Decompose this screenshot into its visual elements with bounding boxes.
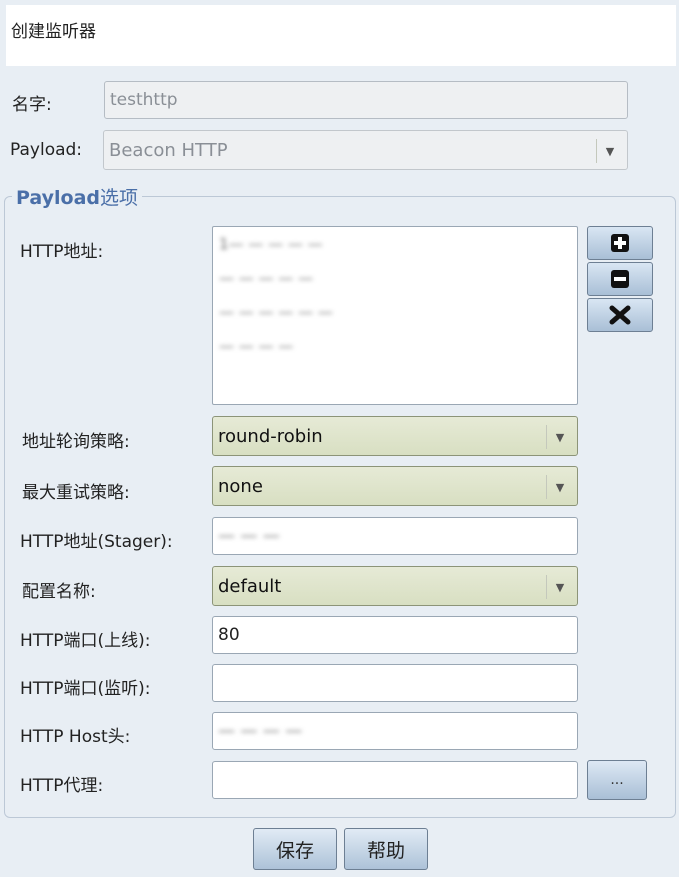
port-bind-field[interactable]: 80 (212, 616, 578, 654)
proxy-config-button[interactable]: ... (587, 760, 647, 800)
payload-select-value: Beacon HTTP (109, 139, 228, 161)
stager-field[interactable]: — — — (212, 517, 578, 555)
stager-field-value: — — — (218, 526, 280, 546)
profile-select-value: default (218, 575, 282, 597)
dialog-title: 创建监听器 (11, 22, 96, 42)
name-label: 名字: (12, 95, 52, 115)
payload-options-title-rest: 选项 (100, 187, 139, 209)
http-hosts-list[interactable]: 1— — — — — — — — — — — — — — — — — — — — (212, 226, 578, 405)
list-item[interactable]: — — — — (219, 337, 293, 357)
stager-label: HTTP地址(Stager): (20, 532, 173, 552)
rotation-select-value: round-robin (218, 425, 323, 447)
payload-options-title-bold: Payload (16, 187, 101, 209)
name-field[interactable]: testhttp (104, 81, 628, 119)
save-button[interactable]: 保存 (253, 828, 337, 870)
proxy-label: HTTP代理: (20, 776, 104, 796)
host-header-field[interactable]: — — — — (212, 712, 578, 750)
port-listen-field[interactable] (212, 664, 578, 702)
retry-select[interactable]: none ▼ (212, 466, 578, 506)
help-button[interactable]: 帮助 (344, 828, 428, 870)
host-header-label: HTTP Host头: (20, 727, 131, 747)
proxy-field[interactable] (212, 761, 578, 799)
chevron-down-icon: ▼ (546, 575, 573, 599)
profile-select[interactable]: default ▼ (212, 566, 578, 606)
rotation-select[interactable]: round-robin ▼ (212, 416, 578, 456)
dialog-header: 创建监听器 (6, 5, 676, 66)
chevron-down-icon: ▼ (596, 139, 623, 163)
x-icon (609, 305, 631, 325)
chevron-down-icon: ▼ (546, 425, 573, 449)
clear-hosts-button[interactable] (587, 298, 653, 332)
list-item[interactable]: — — — — — (219, 269, 313, 289)
payload-select[interactable]: Beacon HTTP ▼ (103, 130, 628, 170)
chevron-down-icon: ▼ (546, 475, 573, 499)
profile-label: 配置名称: (22, 582, 96, 602)
retry-label: 最大重试策略: (22, 483, 130, 503)
port-bind-label: HTTP端口(上线): (20, 631, 151, 651)
remove-host-button[interactable] (587, 262, 653, 296)
host-header-field-value: — — — — (218, 721, 303, 741)
retry-select-value: none (218, 475, 263, 497)
payload-options-title: Payload选项 (12, 183, 143, 210)
minus-icon (611, 270, 629, 288)
list-item[interactable]: 1— — — — — (219, 235, 323, 255)
list-item[interactable]: — — — — — — (219, 303, 333, 323)
port-listen-label: HTTP端口(监听): (20, 679, 151, 699)
payload-label: Payload: (10, 140, 83, 160)
rotation-label: 地址轮询策略: (22, 432, 130, 452)
http-hosts-label: HTTP地址: (20, 242, 104, 262)
plus-icon (611, 234, 629, 252)
add-host-button[interactable] (587, 226, 653, 260)
